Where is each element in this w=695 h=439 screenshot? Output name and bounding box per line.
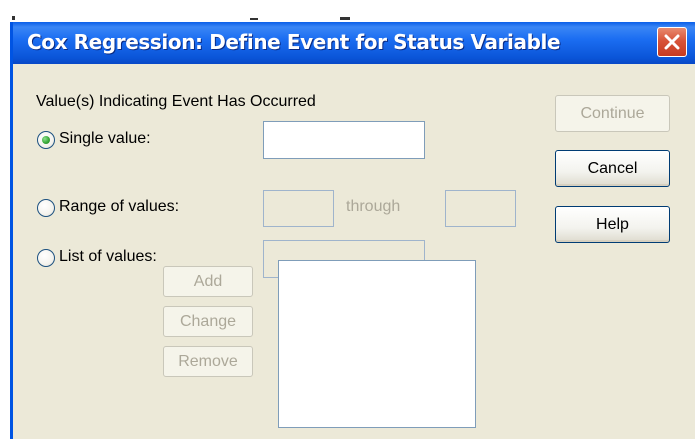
- background-text-fragment: [12, 16, 15, 20]
- screen: Cox Regression: Define Event for Status …: [0, 0, 695, 439]
- list-of-values-label[interactable]: List of values:: [59, 248, 157, 266]
- background-text-fragment: [340, 17, 350, 20]
- change-button[interactable]: Change: [163, 306, 253, 337]
- single-value-label[interactable]: Single value:: [59, 130, 151, 148]
- range-from-input[interactable]: [263, 190, 334, 227]
- single-value-input[interactable]: [263, 121, 425, 159]
- through-label: through: [346, 198, 401, 215]
- cancel-button[interactable]: Cancel: [555, 150, 670, 187]
- define-event-dialog: Cox Regression: Define Event for Status …: [10, 22, 695, 439]
- close-button[interactable]: [657, 27, 687, 57]
- continue-button[interactable]: Continue: [555, 95, 670, 132]
- range-of-values-radio[interactable]: [37, 199, 55, 217]
- add-button[interactable]: Add: [163, 266, 253, 297]
- remove-button[interactable]: Remove: [163, 346, 253, 377]
- list-of-values-radio[interactable]: [37, 249, 55, 267]
- range-of-values-label[interactable]: Range of values:: [59, 198, 179, 216]
- dialog-title: Cox Regression: Define Event for Status …: [27, 30, 561, 54]
- single-value-radio[interactable]: [37, 131, 55, 149]
- event-group-label: Value(s) Indicating Event Has Occurred: [36, 93, 316, 110]
- radio-selected-dot: [42, 136, 50, 144]
- help-button[interactable]: Help: [555, 206, 670, 243]
- range-to-input[interactable]: [445, 190, 516, 227]
- values-listbox[interactable]: [278, 260, 476, 428]
- background-text-fragment: [250, 18, 258, 20]
- title-bar[interactable]: Cox Regression: Define Event for Status …: [13, 22, 695, 64]
- close-icon: [664, 34, 680, 50]
